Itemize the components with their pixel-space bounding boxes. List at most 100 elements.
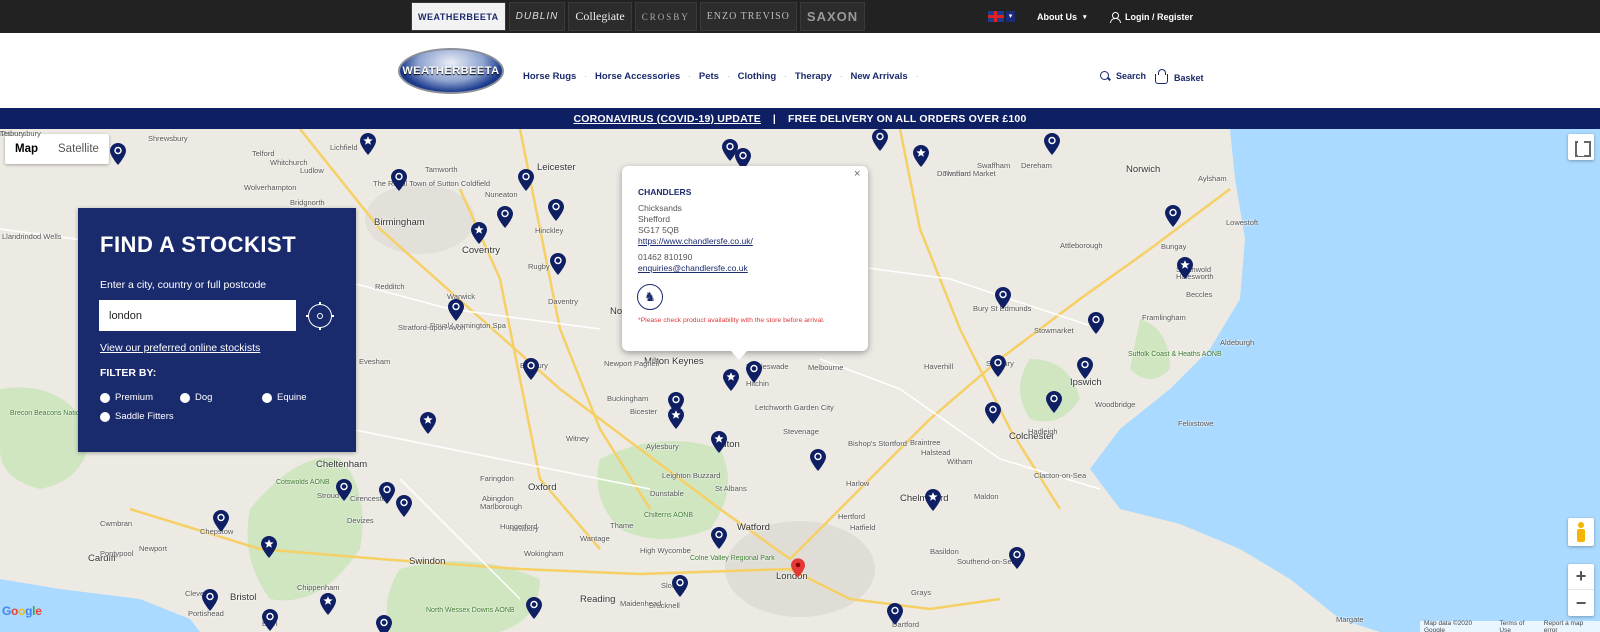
nav-separator: · [784,72,787,81]
stockist-pin-icon[interactable] [396,495,412,517]
premium-stockist-pin-icon[interactable] [261,536,277,558]
place-label: Llandrindod Wells [2,232,62,241]
close-icon[interactable]: × [854,168,860,180]
stockist-pin-icon[interactable] [336,479,352,501]
place-label: Cotswolds AONB [276,479,330,486]
nav-therapy[interactable]: Therapy [795,71,832,82]
place-label: Tetbury [0,129,25,138]
country-selector[interactable]: ▾ [988,9,1016,24]
stockist-pin-icon[interactable] [672,575,688,597]
search-icon [1100,71,1110,81]
stockist-pin-icon[interactable] [1077,357,1093,379]
stockist-pin-icon[interactable] [376,615,392,632]
place-label: Leicester [537,162,576,173]
stockist-pin-icon[interactable] [379,482,395,504]
place-label: Birmingham [374,217,425,228]
premium-stockist-pin-icon[interactable] [320,593,336,615]
street-view-pegman-icon[interactable] [1568,518,1594,546]
stockist-pin-icon[interactable] [202,589,218,611]
premium-stockist-pin-icon[interactable] [711,431,727,453]
place-label: Daventry [548,297,579,306]
site-header: WEATHERBEETA Horse Rugs · Horse Accessori… [0,33,1600,108]
filter-dog[interactable]: Dog [180,392,212,403]
basket-button[interactable]: Basket [1155,69,1204,84]
premium-stockist-pin-icon[interactable] [471,222,487,244]
stockist-pin-icon[interactable] [518,169,534,191]
brand-weatherbeeta[interactable]: WEATHERBEETA [411,2,506,31]
premium-stockist-pin-icon[interactable] [913,145,929,167]
stockist-phone: 01462 810190 [638,252,693,262]
place-label: Braintree [910,438,941,447]
terms-of-use-link[interactable]: Terms of Use [1499,620,1535,632]
fullscreen-button[interactable] [1568,134,1594,160]
login-label: Login / Register [1125,11,1194,22]
stockist-website-link[interactable]: https://www.chandlersfe.co.uk/ [638,236,753,246]
nav-pets[interactable]: Pets [699,71,719,82]
place-label: North Wessex Downs AONB [426,607,515,614]
stockist-pin-icon[interactable] [887,603,903,625]
online-stockists-link[interactable]: View our preferred online stockists [100,342,260,354]
stockist-pin-icon[interactable] [711,527,727,549]
stockist-pin-icon[interactable] [523,358,539,380]
place-label: Faringdon [480,474,514,483]
stockist-pin-icon[interactable] [1165,205,1181,227]
stockist-pin-icon[interactable] [497,206,513,228]
nav-new-arrivals[interactable]: New Arrivals [850,71,907,82]
stockist-pin-icon[interactable] [872,129,888,151]
report-map-error-link[interactable]: Report a map error [1544,620,1596,632]
stockist-pin-icon[interactable] [391,169,407,191]
login-register-link[interactable]: Login / Register [1110,0,1193,33]
premium-stockist-pin-icon[interactable] [668,407,684,429]
premium-stockist-pin-icon[interactable] [1177,257,1193,279]
stockist-pin-icon[interactable] [985,402,1001,424]
premium-stockist-pin-icon[interactable] [360,133,376,155]
stockist-pin-icon[interactable] [746,361,762,383]
zoom-in-button[interactable]: + [1568,564,1594,590]
filter-premium[interactable]: Premium [100,392,153,403]
location-search-input[interactable] [99,300,296,331]
stockist-pin-icon[interactable] [995,287,1011,309]
availability-note: *Please check product availability with … [638,317,825,324]
premium-stockist-pin-icon[interactable] [420,412,436,434]
stockist-pin-icon[interactable] [1044,133,1060,155]
zoom-out-button[interactable]: − [1568,590,1594,616]
radio-circle [100,411,110,422]
stockist-pin-icon[interactable] [262,609,278,631]
brand-enzo-treviso[interactable]: ENZO TREVISO [699,2,797,31]
brand-dublin[interactable]: DUBLIN [508,2,566,31]
search-button[interactable]: Search [1100,71,1146,81]
filter-equine[interactable]: Equine [262,392,307,403]
stockist-pin-icon[interactable] [548,199,564,221]
stockist-pin-icon[interactable] [448,299,464,321]
map-type-map[interactable]: Map [5,134,48,164]
nav-clothing[interactable]: Clothing [738,71,777,82]
stockist-pin-icon[interactable] [810,449,826,471]
stockist-pin-icon[interactable] [1088,312,1104,334]
stockist-pin-icon[interactable] [213,510,229,532]
weatherbeeta-logo[interactable]: WEATHERBEETA [398,48,504,94]
nav-horse-rugs[interactable]: Horse Rugs [523,71,576,82]
stockist-pin-icon[interactable] [1009,547,1025,569]
map-type-satellite[interactable]: Satellite [48,134,109,164]
stockist-email-link[interactable]: enquiries@chandlersfe.co.uk [638,263,748,273]
stockist-pin-icon[interactable] [990,355,1006,377]
filter-heading: FILTER BY: [100,367,157,379]
nav-horse-accessories[interactable]: Horse Accessories [595,71,680,82]
premium-stockist-pin-icon[interactable] [925,489,941,511]
stockist-pin-icon[interactable] [1046,391,1062,413]
premium-stockist-pin-icon[interactable] [723,369,739,391]
brand-saxon[interactable]: SAXON [799,2,866,31]
nav-separator: · [726,72,730,81]
brand-collegiate[interactable]: Collegiate [568,2,632,31]
stockist-pin-icon[interactable] [526,597,542,619]
place-label: Hadleigh [1028,427,1058,436]
announcement-separator: | [772,112,777,125]
equine-horse-icon: ♞ [637,284,663,310]
filter-saddle-fitters[interactable]: Saddle Fitters [100,411,174,422]
about-us-menu[interactable]: About Us ▾ [1037,0,1087,33]
use-my-location-icon[interactable] [306,302,334,330]
brand-crosby[interactable]: CROSBY [634,2,697,31]
stockist-pin-icon[interactable] [550,253,566,275]
stockist-pin-icon[interactable] [110,143,126,165]
covid-update-link[interactable]: CORONAVIRUS (COVID-19) UPDATE [573,113,760,125]
